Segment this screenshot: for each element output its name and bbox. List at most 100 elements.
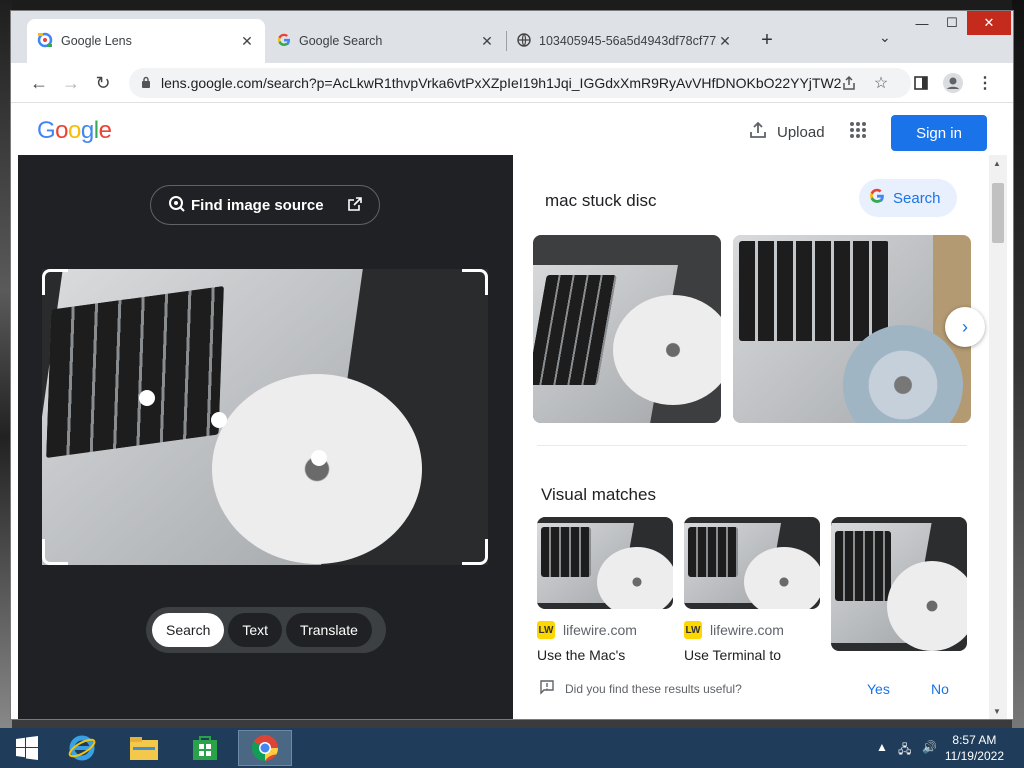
- keyboard-image: [541, 527, 591, 577]
- tab-image[interactable]: 103405945-56a5d4943df78cf772 ✕: [507, 19, 743, 63]
- visual-match-card[interactable]: [831, 517, 967, 651]
- match-description: Use the Mac's: [537, 647, 626, 663]
- feedback-bar: Did you find these results useful? Yes N…: [539, 679, 979, 698]
- crop-corner-top-left[interactable]: [42, 269, 68, 295]
- tab-search-chevron-icon[interactable]: ⌄: [879, 29, 891, 46]
- minimize-icon[interactable]: —: [907, 11, 937, 35]
- back-arrow-icon[interactable]: ←: [27, 71, 51, 95]
- tab-title: 103405945-56a5d4943df78cf772: [539, 34, 717, 48]
- scroll-up-icon[interactable]: ▲: [993, 159, 1001, 168]
- profile-avatar-icon[interactable]: [943, 73, 963, 93]
- browser-window: Google Lens ✕ Google Search ✕ 103405945-…: [10, 10, 1014, 720]
- clock-time: 8:57 AM: [952, 733, 997, 747]
- volume-icon[interactable]: 🔊: [922, 740, 937, 754]
- url-text: lens.google.com/search?p=AcLkwR1thvpVrka…: [161, 75, 841, 91]
- object-hotspot[interactable]: [139, 390, 155, 406]
- match-image: [684, 517, 820, 609]
- share-icon[interactable]: [839, 73, 859, 93]
- reload-icon[interactable]: ↻: [91, 71, 115, 95]
- selected-image-crop[interactable]: [42, 269, 488, 565]
- network-icon[interactable]: 🖧: [898, 740, 911, 761]
- lens-results-panel: mac stuck disc Search › Visual matches L…: [513, 155, 989, 719]
- lens-image-panel: Find image source Search Text Translate: [18, 155, 513, 719]
- find-image-source-label: Find image source: [191, 196, 324, 214]
- scroll-down-icon[interactable]: ▼: [993, 707, 1001, 716]
- chrome-icon[interactable]: [238, 730, 292, 766]
- apps-grid-icon[interactable]: [849, 121, 867, 144]
- feedback-icon: [539, 679, 555, 698]
- system-clock[interactable]: 8:57 AM 11/19/2022: [945, 732, 1004, 764]
- visual-match-card[interactable]: LW lifewire.com Use the Mac's: [537, 517, 673, 663]
- sign-in-button[interactable]: Sign in: [891, 115, 987, 151]
- disc-image: [613, 295, 721, 405]
- store-icon[interactable]: [178, 730, 232, 766]
- google-logo[interactable]: Google: [37, 117, 112, 145]
- tab-strip: Google Lens ✕ Google Search ✕ 103405945-…: [11, 11, 1013, 63]
- close-icon[interactable]: ✕: [717, 33, 733, 50]
- keyboard-image: [46, 285, 224, 459]
- start-windows-icon[interactable]: [0, 730, 54, 766]
- match-image: [831, 517, 967, 651]
- close-icon[interactable]: ✕: [239, 33, 255, 50]
- mode-translate-button[interactable]: Translate: [286, 613, 372, 647]
- lens-mode-switcher: Search Text Translate: [146, 607, 386, 653]
- maximize-icon[interactable]: ☐: [937, 11, 967, 35]
- divider: [537, 445, 967, 446]
- show-hidden-icons-icon[interactable]: ▲: [876, 740, 888, 754]
- result-image-2[interactable]: [733, 235, 971, 423]
- google-g-icon: [869, 188, 885, 208]
- feedback-no-button[interactable]: No: [931, 681, 949, 697]
- query-search-button[interactable]: Search: [859, 179, 957, 217]
- file-explorer-icon[interactable]: [117, 730, 171, 766]
- disc-image: [744, 547, 820, 609]
- match-image: [537, 517, 673, 609]
- tab-google-lens[interactable]: Google Lens ✕: [27, 19, 265, 63]
- forward-arrow-icon[interactable]: →: [59, 71, 83, 95]
- tab-title: Google Search: [299, 34, 383, 48]
- lens-icon: [37, 32, 53, 51]
- internet-explorer-icon[interactable]: [55, 730, 109, 766]
- find-image-source-button[interactable]: Find image source: [150, 185, 380, 225]
- google-header: Google Upload Sign in: [11, 103, 1013, 155]
- image-search-icon: [167, 194, 185, 216]
- disc-image: [212, 374, 422, 564]
- keyboard-image: [835, 531, 891, 601]
- desktop-background: [0, 0, 1024, 10]
- result-image-1[interactable]: [533, 235, 721, 423]
- upload-icon: [749, 121, 767, 143]
- visual-match-card[interactable]: LW lifewire.com Use Terminal to: [684, 517, 820, 663]
- crop-corner-bottom-left[interactable]: [42, 539, 68, 565]
- disc-image: [597, 547, 673, 609]
- address-bar[interactable]: lens.google.com/search?p=AcLkwR1thvpVrka…: [129, 68, 911, 98]
- tab-title: Google Lens: [61, 34, 132, 48]
- feedback-yes-button[interactable]: Yes: [867, 681, 890, 697]
- side-panel-icon[interactable]: [911, 73, 931, 93]
- lock-icon: [141, 75, 151, 91]
- windows-taskbar: ▲ 🖧 🔊 8:57 AM 11/19/2022: [0, 728, 1024, 768]
- mode-search-button[interactable]: Search: [152, 613, 225, 647]
- chevron-right-icon[interactable]: ›: [945, 307, 985, 347]
- close-icon[interactable]: ✕: [479, 33, 495, 50]
- match-site-name: lifewire.com: [710, 622, 784, 638]
- new-tab-button[interactable]: +: [757, 29, 777, 52]
- scroll-thumb[interactable]: [992, 183, 1004, 243]
- crop-corner-bottom-right[interactable]: [462, 539, 488, 565]
- window-close-icon[interactable]: ✕: [967, 11, 1011, 35]
- upload-label: Upload: [777, 123, 825, 141]
- external-link-icon: [347, 196, 363, 216]
- visual-matches-title: Visual matches: [541, 485, 656, 504]
- results-scrollbar[interactable]: ▲ ▼: [989, 155, 1007, 719]
- query-text: mac stuck disc: [545, 191, 657, 210]
- crop-corner-top-right[interactable]: [462, 269, 488, 295]
- globe-icon: [517, 32, 531, 50]
- bookmark-star-icon[interactable]: ☆: [871, 73, 891, 93]
- object-hotspot[interactable]: [211, 412, 227, 428]
- tab-google-search[interactable]: Google Search ✕: [267, 19, 505, 63]
- google-g-icon: [277, 33, 291, 50]
- kebab-menu-icon[interactable]: ⋮: [975, 73, 995, 93]
- object-hotspot[interactable]: [311, 450, 327, 466]
- lifewire-logo-icon: LW: [684, 621, 702, 639]
- mode-text-button[interactable]: Text: [228, 613, 283, 647]
- match-site-name: lifewire.com: [563, 622, 637, 638]
- upload-button[interactable]: Upload: [749, 121, 825, 143]
